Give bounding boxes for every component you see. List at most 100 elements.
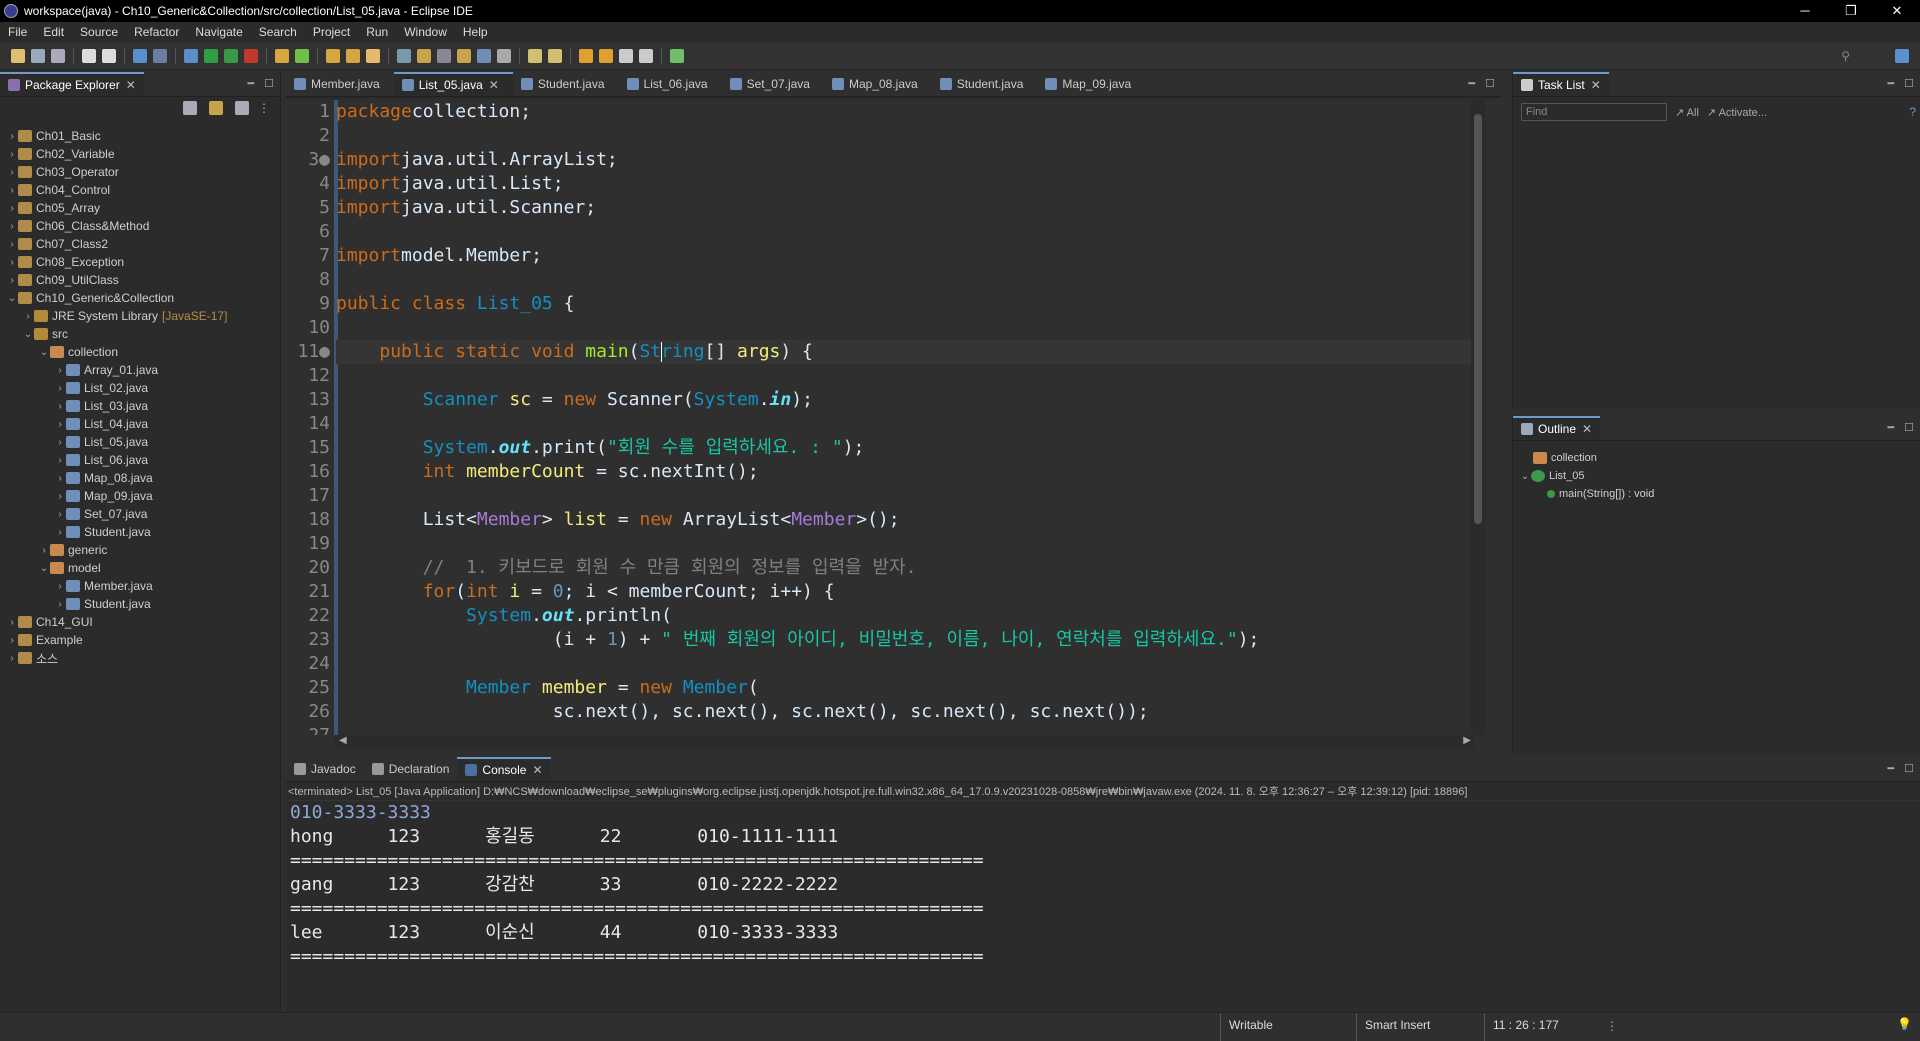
search-icon[interactable]: ⚲ xyxy=(1841,49,1850,63)
expand-toggle-icon[interactable]: › xyxy=(54,383,66,394)
tree-item[interactable]: › Student.java xyxy=(6,523,280,541)
tree-item[interactable]: › Ch06_Class&Method xyxy=(6,217,280,235)
expand-toggle-icon[interactable]: › xyxy=(54,509,66,520)
tree-item[interactable]: › Array_01.java xyxy=(6,361,280,379)
expand-toggle-icon[interactable]: › xyxy=(6,257,18,268)
navigate-forward-icon[interactable] xyxy=(639,48,653,63)
expand-toggle-icon[interactable]: › xyxy=(6,239,18,250)
back-icon[interactable] xyxy=(579,48,593,63)
tree-item[interactable]: › Ch07_Class2 xyxy=(6,235,280,253)
maximize-view-icon[interactable]: ☐ xyxy=(1904,421,1914,434)
toggle-mark-icon[interactable] xyxy=(457,48,471,63)
tree-item[interactable]: › Ch04_Control xyxy=(6,181,280,199)
tree-item[interactable]: › Map_08.java xyxy=(6,469,280,487)
tab-outline[interactable]: Outline ✕ xyxy=(1513,416,1601,440)
expand-toggle-icon[interactable]: › xyxy=(6,221,18,232)
expand-toggle-icon[interactable]: › xyxy=(54,473,66,484)
tree-item[interactable]: › Map_09.java xyxy=(6,487,280,505)
expand-toggle-icon[interactable]: › xyxy=(6,617,18,628)
outline-item[interactable]: collection xyxy=(1519,449,1920,467)
open-perspective-icon[interactable] xyxy=(1863,48,1877,62)
scrollbar-thumb[interactable] xyxy=(1474,114,1482,524)
expand-toggle-icon[interactable]: ⌄ xyxy=(38,347,50,358)
debug-icon[interactable] xyxy=(184,48,198,63)
expand-toggle-icon[interactable]: › xyxy=(6,185,18,196)
activate-link[interactable]: ↗ Activate... xyxy=(1707,106,1767,119)
expand-toggle-icon[interactable]: › xyxy=(6,653,18,664)
expand-toggle-icon[interactable]: › xyxy=(6,275,18,286)
menu-navigate[interactable]: Navigate xyxy=(187,25,250,39)
tree-item[interactable]: › Ch03_Operator xyxy=(6,163,280,181)
new-class-icon[interactable] xyxy=(295,48,309,63)
tree-item[interactable]: › Member.java xyxy=(6,577,280,595)
annotation-icon[interactable] xyxy=(397,48,411,63)
console-output[interactable]: 010-3333-3333 hong 123 홍길동 22 010-1111-11… xyxy=(286,801,1920,969)
expand-toggle-icon[interactable]: › xyxy=(6,203,18,214)
tree-item[interactable]: › Example xyxy=(6,631,280,649)
minimize-button[interactable]: ─ xyxy=(1782,0,1828,22)
terminal-icon[interactable] xyxy=(133,48,147,63)
redo-icon[interactable] xyxy=(102,48,116,63)
tree-item[interactable]: › List_03.java xyxy=(6,397,280,415)
close-icon[interactable]: ✕ xyxy=(532,763,542,777)
code-editor[interactable]: 1 2 3● 4 5 6 7 8 9 10 11● 12 13 14 15 16 17 18 19 20 21 22 23 2… xyxy=(290,100,1485,735)
expand-toggle-icon[interactable]: › xyxy=(22,311,34,322)
expand-toggle-icon[interactable]: › xyxy=(54,419,66,430)
expand-toggle-icon[interactable]: › xyxy=(54,581,66,592)
editor-tab[interactable]: Map_09.java xyxy=(1037,72,1145,96)
undo-icon[interactable] xyxy=(82,48,96,63)
expand-toggle-icon[interactable]: › xyxy=(54,401,66,412)
close-icon[interactable]: ✕ xyxy=(1582,422,1592,436)
minimize-view-icon[interactable]: ━ xyxy=(1888,77,1895,90)
expand-toggle-icon[interactable]: › xyxy=(54,365,66,376)
console-view[interactable]: <terminated> List_05 [Java Application] … xyxy=(286,782,1920,1012)
show-whitespace-icon[interactable] xyxy=(497,48,511,63)
expand-toggle-icon[interactable]: › xyxy=(54,437,66,448)
pin-editor-icon[interactable] xyxy=(670,48,684,63)
menu-file[interactable]: File xyxy=(0,25,35,39)
maximize-view-icon[interactable]: ☐ xyxy=(1904,77,1914,90)
tree-item[interactable]: › 소스 xyxy=(6,649,280,667)
minimize-view-icon[interactable]: ━ xyxy=(248,77,255,90)
editor-tab[interactable]: Student.java xyxy=(932,72,1038,96)
minimize-view-icon[interactable]: ━ xyxy=(1469,77,1476,90)
close-button[interactable]: ✕ xyxy=(1874,0,1920,22)
menu-run[interactable]: Run xyxy=(358,25,396,39)
minimize-view-icon[interactable]: ━ xyxy=(1888,762,1895,775)
java-perspective-icon[interactable] xyxy=(1895,49,1909,63)
tree-item[interactable]: › Ch14_GUI xyxy=(6,613,280,631)
tree-item[interactable]: › List_04.java xyxy=(6,415,280,433)
previous-annotation-icon[interactable] xyxy=(548,48,562,63)
menu-window[interactable]: Window xyxy=(396,25,455,39)
close-icon[interactable]: ✕ xyxy=(489,78,499,92)
toggle-breadcrumb-icon[interactable] xyxy=(477,48,491,63)
expand-toggle-icon[interactable]: › xyxy=(6,167,18,178)
bottom-tab[interactable]: Javadoc xyxy=(286,757,364,781)
close-icon[interactable]: ✕ xyxy=(126,78,136,92)
tree-item[interactable]: › Ch01_Basic xyxy=(6,127,280,145)
tree-item[interactable]: › Ch02_Variable xyxy=(6,145,280,163)
new-icon[interactable] xyxy=(11,48,25,63)
last-edit-icon[interactable] xyxy=(619,48,633,63)
focus-icon[interactable] xyxy=(235,101,249,115)
highlight-icon[interactable] xyxy=(417,48,431,63)
maximize-view-icon[interactable]: ☐ xyxy=(264,77,274,90)
editor-tab[interactable]: Member.java xyxy=(286,72,394,96)
run-icon[interactable] xyxy=(204,48,218,63)
editor-vertical-scrollbar[interactable] xyxy=(1471,100,1485,735)
tree-item[interactable]: › Ch05_Array xyxy=(6,199,280,217)
menu-source[interactable]: Source xyxy=(72,25,126,39)
editor-horizontal-scrollbar[interactable]: ◀ ▶ xyxy=(335,735,1475,749)
tree-item[interactable]: › Set_07.java xyxy=(6,505,280,523)
tab-package-explorer[interactable]: Package Explorer ✕ xyxy=(0,72,144,96)
tree-item[interactable]: › List_02.java xyxy=(6,379,280,397)
expand-toggle-icon[interactable]: ⌄ xyxy=(6,293,18,304)
expand-toggle-icon[interactable]: › xyxy=(6,131,18,142)
editor-tab[interactable]: Student.java xyxy=(513,72,619,96)
tree-item[interactable]: ⌄ Ch10_Generic&Collection xyxy=(6,289,280,307)
expand-toggle-icon[interactable]: ⌄ xyxy=(1519,471,1531,482)
editor-tab[interactable]: List_06.java xyxy=(619,72,722,96)
scroll-right-icon[interactable]: ▶ xyxy=(1463,735,1471,746)
tree-item[interactable]: › Ch09_UtilClass xyxy=(6,271,280,289)
tree-item[interactable]: › Ch08_Exception xyxy=(6,253,280,271)
